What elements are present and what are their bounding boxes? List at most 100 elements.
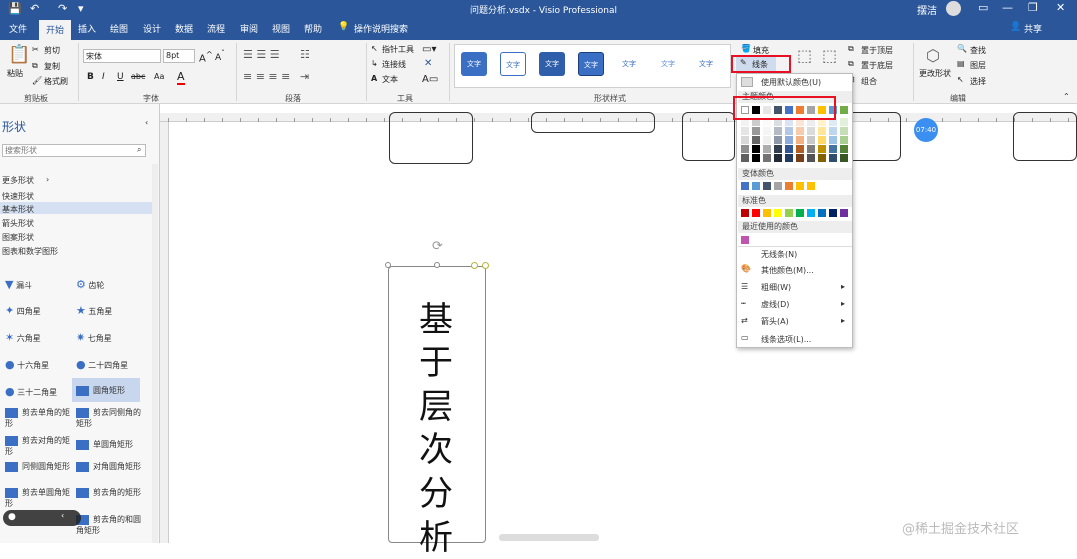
corner-handle[interactable] [471,262,478,269]
theme-color-swatch[interactable] [840,106,848,114]
theme-shade-swatch[interactable] [807,145,815,153]
theme-shade-swatch[interactable] [796,127,804,135]
copy-button[interactable]: 复制 [44,61,60,72]
tab-file[interactable]: 文件 [9,22,27,35]
tab-draw[interactable]: 绘图 [110,22,128,35]
dashes-item[interactable]: 虚线(D) [761,299,789,310]
theme-shade-swatch[interactable] [840,136,848,144]
shape-snip-corner[interactable]: 剪去角的矩形 [76,487,142,498]
collapse-bar-icon[interactable]: ‹ [61,511,64,520]
shape-16-star[interactable]: ● 十六角星 [5,358,49,371]
theme-shade-swatch[interactable] [796,136,804,144]
standard-color-swatch[interactable] [829,209,837,217]
send-back-button[interactable]: 置于底层 [861,60,893,71]
theme-shade-swatch[interactable] [774,154,782,162]
list-icon[interactable]: ☷ [300,48,310,61]
record-icon[interactable]: ● [8,512,16,522]
standard-color-swatch[interactable] [752,209,760,217]
font-size-select[interactable]: 8pt [163,49,195,63]
redo-icon[interactable]: ↷ [58,2,67,15]
stencil-item[interactable]: 基本形状 [2,204,34,215]
indent-icon[interactable]: ⇥ [300,70,309,83]
change-case-button[interactable]: Aa [154,72,164,81]
theme-shade-swatch[interactable] [741,145,749,153]
pointer-tool-button[interactable]: 指针工具 [382,44,414,55]
rotate-handle-icon[interactable]: ⟳ [432,239,443,254]
theme-shade-swatch[interactable] [840,127,848,135]
theme-shade-swatch[interactable] [796,154,804,162]
arrows-item[interactable]: 箭头(A) [761,316,789,327]
theme-shade-swatch[interactable] [807,127,815,135]
variant-color-swatch[interactable] [774,182,782,190]
font-color-icon[interactable]: A [177,70,185,85]
variant-color-swatch[interactable] [763,182,771,190]
variant-color-swatch[interactable] [752,182,760,190]
shape-round-single[interactable]: 单圆角矩形 [76,439,142,450]
change-shape-button[interactable]: 更改形状 [919,68,951,79]
standard-color-swatch[interactable] [741,209,749,217]
theme-shade-swatch[interactable] [741,154,749,162]
bring-front-icon[interactable]: ⧉ [848,44,854,54]
variant-color-swatch[interactable] [796,182,804,190]
horizontal-scrollbar[interactable] [499,534,599,541]
theme-shade-swatch[interactable] [752,145,760,153]
shape-round-same-side[interactable]: 同侧圆角矩形 [5,461,71,472]
format-painter-button[interactable]: 格式刷 [44,76,68,87]
italic-button[interactable]: I [102,72,105,82]
tab-insert[interactable]: 插入 [78,22,96,35]
strikethrough-button[interactable]: abc [131,72,145,81]
corner-handle[interactable] [482,262,489,269]
ribbon-display-icon[interactable]: ▭ [978,1,988,14]
send-back-icon[interactable]: ⧉ [848,59,854,69]
bold-button[interactable]: B [87,72,94,82]
standard-color-swatch[interactable] [807,209,815,217]
position-icon[interactable]: ⬚ [822,46,837,65]
save-icon[interactable]: 💾 [8,2,22,15]
theme-shade-swatch[interactable] [807,136,815,144]
use-default-color-item[interactable]: 使用默认颜色(U) [761,77,821,88]
align-left-icon[interactable]: ≡ ≡ ≡ ≡ [243,70,290,83]
tab-process[interactable]: 流程 [207,22,225,35]
standard-color-swatch[interactable] [785,209,793,217]
decrease-font-icon[interactable]: Aˇ [215,49,225,63]
select-button[interactable]: 选择 [970,76,986,87]
shape-snip-round-single[interactable]: 剪去单圆角矩形 [5,487,71,509]
standard-color-swatch[interactable] [774,209,782,217]
shape-snip-single[interactable]: 剪去单角的矩形 [5,407,71,429]
shape-5-star[interactable]: ★ 五角星 [76,304,112,317]
theme-shade-swatch[interactable] [818,127,826,135]
theme-shade-swatch[interactable] [763,154,771,162]
text-block-icon[interactable]: A▭ [422,74,438,85]
standard-color-swatch[interactable] [818,209,826,217]
tab-data[interactable]: 数据 [175,22,193,35]
theme-shade-swatch[interactable] [829,145,837,153]
connector-button[interactable]: 连接线 [382,59,406,70]
stencil-item[interactable]: 快速形状 [2,191,34,202]
shape-32-star[interactable]: ● 三十二角星 [5,385,57,398]
theme-shade-swatch[interactable] [796,145,804,153]
theme-shade-swatch[interactable] [774,136,782,144]
standard-color-swatch[interactable] [763,209,771,217]
theme-shade-swatch[interactable] [829,136,837,144]
theme-shade-swatch[interactable] [807,154,815,162]
tell-me-search[interactable]: 操作说明搜索 [354,22,408,35]
underline-button[interactable]: U [117,72,124,82]
format-painter-icon[interactable]: 🖌 [32,76,42,85]
rectangle-icon[interactable]: ▭▾ [422,44,436,55]
search-shapes-input[interactable] [2,144,146,157]
theme-shade-swatch[interactable] [752,136,760,144]
weight-item[interactable]: 粗细(W) [761,282,791,293]
paste-button[interactable]: 粘贴 [7,68,23,79]
style-swatch-2[interactable]: 文字 [500,52,526,76]
customize-qat-icon[interactable]: ▾ [78,2,84,15]
shape-rounded-rect[interactable] [1013,112,1077,161]
layers-icon[interactable]: ▤ [957,59,965,68]
text-tool-icon[interactable]: A [371,74,377,83]
theme-shade-swatch[interactable] [785,136,793,144]
style-swatch-5[interactable]: 文字 [616,52,642,76]
no-line-item[interactable]: 无线条(N) [761,249,797,260]
theme-shade-swatch[interactable] [774,127,782,135]
shape-rounded-rect[interactable] [389,112,473,164]
standard-color-swatch[interactable] [796,209,804,217]
cut-button[interactable]: 剪切 [44,45,60,56]
